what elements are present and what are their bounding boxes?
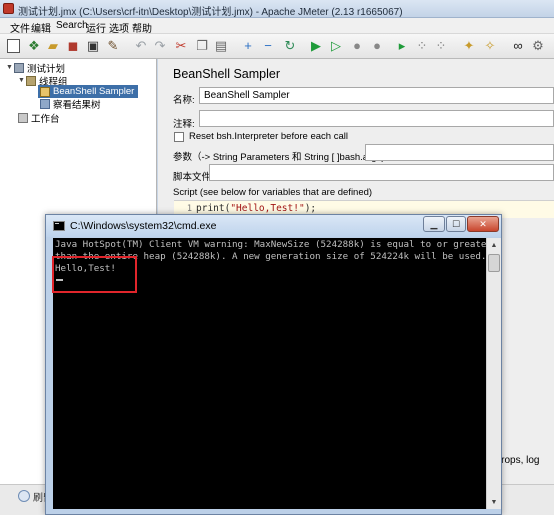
toggle-icon[interactable]: ↻ [282,38,298,54]
tree-item-test-plan[interactable]: ▼ 测试计划 [6,61,66,75]
start-icon[interactable]: ▶ [308,38,324,54]
templates-icon[interactable]: ❖ [26,38,42,54]
stop-icon[interactable]: ● [349,38,365,54]
scroll-down-icon[interactable]: ▼ [487,495,501,509]
scroll-up-icon[interactable]: ▲ [487,238,501,252]
reset-interpreter-label: Reset bsh.Interpreter before each call [189,131,348,142]
tree-item-workbench[interactable]: 工作台 [18,111,60,125]
line-number: 1 [186,204,192,214]
open-icon[interactable]: ▰ [45,38,61,54]
redo-icon[interactable]: ↷ [152,38,168,54]
test-plan-icon [14,62,24,73]
script-file-field[interactable] [209,164,554,181]
jmeter-app-icon [3,3,14,14]
menu-file[interactable]: 文件 [10,20,30,35]
start-no-pause-icon[interactable]: ▷ [328,38,344,54]
cmd-titlebar[interactable]: C:\Windows\system32\cmd.exe ▁ ☐ ✕ [46,215,501,237]
sampler-icon [40,86,50,97]
remote-shutdown-icon[interactable]: ⁘ [433,38,449,54]
remote-stop-icon[interactable]: ⁘ [414,38,430,54]
maximize-button[interactable]: ☐ [446,216,466,232]
close-file-icon[interactable]: ◼ [65,38,81,54]
menu-search[interactable]: Search [56,20,88,31]
clear-all-icon[interactable]: ✧ [482,38,498,54]
shutdown-icon[interactable]: ● [369,38,385,54]
search-icon[interactable]: ∞ [510,38,526,54]
tree-item-label: 测试计划 [27,63,66,75]
name-field[interactable]: BeanShell Sampler [199,87,554,104]
scroll-thumb[interactable] [488,254,500,272]
remote-start-icon[interactable]: ▸ [394,38,410,54]
menu-edit[interactable]: 编辑 [31,20,51,35]
menubar: 文件 编辑 Search 运行 选项 帮助 [0,18,554,35]
expand-icon[interactable]: + [240,38,256,54]
workbench-icon [18,112,28,123]
expand-arrow-icon[interactable]: ▼ [6,64,14,71]
comment-label: 注释: [173,119,195,130]
reset-interpreter-checkbox[interactable] [174,132,184,142]
close-button[interactable]: ✕ [467,216,499,232]
tree-item-view-results-tree[interactable]: 察看结果树 [40,97,101,111]
comment-field[interactable] [199,110,554,127]
console-line: Java HotSpot(TM) Client VM warning: MaxN… [55,239,486,250]
paste-icon[interactable]: ▤ [213,38,229,54]
listener-icon [40,98,50,109]
tree-item-label: BeanShell Sampler [53,86,135,97]
script-file-label: 脚本文件 [173,172,212,183]
reset-search-icon[interactable]: ⚙ [530,38,546,54]
save-snapshot-icon[interactable]: ✎ [105,38,121,54]
params-label: 参数（-> String Parameters 和 String [ ]bash… [173,152,385,163]
new-icon[interactable] [7,39,20,53]
menu-options[interactable]: 选项 [109,20,129,35]
tree-item-label: 察看结果树 [53,99,101,111]
tree-item-label: 工作台 [31,113,60,125]
cmd-scrollbar[interactable]: ▲ ▼ [486,238,501,509]
window-title: 测试计划.jmx (C:\Users\crf-itn\Desktop\测试计划.… [18,7,403,18]
save-icon[interactable]: ▣ [85,38,101,54]
menu-run[interactable]: 运行 [86,20,106,35]
params-field[interactable] [365,144,554,161]
jmeter-titlebar: 测试计划.jmx (C:\Users\crf-itn\Desktop\测试计划.… [0,0,554,18]
console-icon [53,221,65,231]
sampler-heading: BeanShell Sampler [173,67,281,81]
copy-icon[interactable]: ❐ [194,38,210,54]
expand-arrow-icon[interactable]: ▼ [18,77,26,84]
minimize-button[interactable]: ▁ [423,216,445,232]
cmd-title: C:\Windows\system32\cmd.exe [70,220,217,232]
output-highlight-box [52,256,137,293]
thread-group-icon [26,75,36,86]
undo-icon[interactable]: ↶ [133,38,149,54]
toolbar: ❖ ▰ ◼ ▣ ✎ ↶ ↷ ✂ ❐ ▤ + − ↻ ▶ ▷ ● ● ▸ ⁘ ⁘ … [0,34,554,59]
name-label: 名称: [173,95,195,106]
status-icon [18,490,30,502]
script-code: print("Hello,Test!"); [196,203,317,214]
menu-help[interactable]: 帮助 [132,20,152,35]
collapse-icon[interactable]: − [260,38,276,54]
cut-icon[interactable]: ✂ [173,38,189,54]
script-label: Script (see below for variables that are… [173,187,373,198]
clear-icon[interactable]: ✦ [461,38,477,54]
